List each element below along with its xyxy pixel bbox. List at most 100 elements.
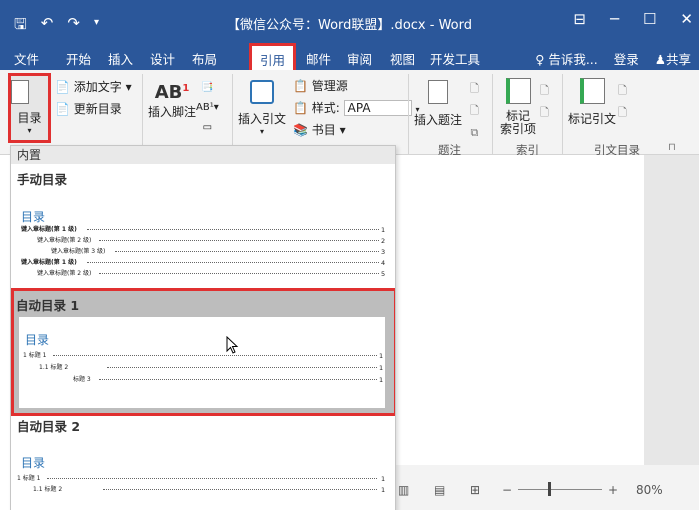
mark-entry-button[interactable]: 标记 索引项: [500, 78, 536, 136]
login-link[interactable]: 登录: [614, 49, 639, 68]
toc-leader: [53, 355, 377, 356]
tab-file[interactable]: 文件: [14, 49, 39, 68]
cross-reference-icon: ⧉: [470, 126, 479, 139]
toc-page: 1: [379, 376, 384, 384]
update-toc-button[interactable]: 📄 更新目录: [55, 100, 122, 117]
ribbon-display-icon[interactable]: ⊟: [573, 10, 586, 28]
print-layout-icon[interactable]: ▤: [434, 483, 445, 497]
tab-design[interactable]: 设计: [150, 49, 175, 68]
web-layout-icon[interactable]: ⊞: [470, 483, 480, 497]
vertical-scrollbar[interactable]: [644, 155, 699, 465]
tab-developer[interactable]: 开发工具: [430, 49, 480, 68]
mouse-cursor-icon: [226, 336, 239, 354]
close-icon[interactable]: ✕: [680, 10, 693, 28]
insert-toa-icon: 🗋: [618, 84, 627, 97]
auto-toc-2-title: 自动目录 2: [17, 419, 81, 434]
minimize-icon[interactable]: ─: [610, 10, 619, 28]
bibliography-button[interactable]: 📚 书目 ▾: [293, 121, 346, 138]
person-icon: ♟: [654, 52, 666, 67]
group-separator-2: [232, 74, 233, 156]
toc-leader: [115, 251, 379, 252]
mark-citation-button[interactable]: 标记引文: [568, 78, 616, 127]
auto-toc-1-title: 自动目录 1: [16, 298, 80, 313]
toa-small-icons[interactable]: 🗋 🗋: [618, 80, 627, 124]
update-index-icon: 🗋: [540, 106, 549, 119]
toc-icon: [11, 80, 29, 104]
zoom-slider-thumb[interactable]: [548, 482, 551, 496]
maximize-icon[interactable]: ☐: [643, 10, 656, 28]
toc-page: 5: [381, 270, 386, 278]
document-page[interactable]: [394, 155, 644, 465]
toc-line: 1.1 标题 2: [33, 486, 63, 493]
style-selector[interactable]: 📋 样式: APA ▾: [293, 99, 420, 116]
toc-page: 1: [381, 226, 386, 234]
insert-index-icon: 🗋: [540, 84, 549, 97]
toc-line: 标题 3: [73, 376, 91, 383]
tab-mailings[interactable]: 邮件: [306, 49, 331, 68]
manage-sources-label: 管理源: [311, 79, 348, 93]
tab-view[interactable]: 视图: [390, 49, 415, 68]
style-dropdown[interactable]: APA: [343, 100, 412, 116]
toc-page: 1: [379, 352, 384, 360]
insert-caption-button[interactable]: 插入题注: [414, 80, 462, 128]
update-table-icon: 🗋: [470, 104, 479, 117]
toc-button[interactable]: 目录 ▾: [8, 73, 51, 143]
toc-leader: [99, 240, 379, 241]
tell-me-box[interactable]: ♀ 告诉我...: [535, 49, 598, 68]
tab-review[interactable]: 审阅: [347, 49, 372, 68]
toc-page: 4: [381, 259, 386, 267]
toc-page: 1: [379, 364, 384, 372]
mark-entry-label-2: 索引项: [500, 122, 537, 136]
tab-home[interactable]: 开始: [66, 49, 91, 68]
toc-line: 键入章标题(第 3 级): [51, 248, 106, 255]
tell-me-text: 告诉我...: [548, 52, 598, 67]
insert-citation-button[interactable]: 插入引文 ▾: [238, 80, 286, 136]
auto-toc-1-option[interactable]: 自动目录 1 目录 1 标题 1 1 1.1 标题 2 1 标题 3 1: [11, 288, 395, 416]
add-text-button[interactable]: 📄 添加文字 ▾: [55, 78, 132, 95]
toc-leader: [103, 489, 377, 490]
insert-caption-label: 插入题注: [414, 113, 463, 127]
auto-toc-2-option[interactable]: 自动目录 2 目录 1 标题 1 1 1.1 标题 2 1: [11, 414, 391, 510]
zoom-out-icon[interactable]: −: [502, 483, 512, 497]
index-small-icons[interactable]: 🗋 🗋: [540, 80, 549, 124]
zoom-in-icon[interactable]: +: [608, 483, 618, 497]
share-button[interactable]: ♟共享: [655, 49, 691, 68]
tab-insert[interactable]: 插入: [108, 49, 133, 68]
collapse-ribbon-icon[interactable]: ⊓: [668, 142, 676, 153]
manual-toc-option[interactable]: 手动目录 目录 键入章标题(第 1 级) 1 键入章标题(第 2 级) 2 键入…: [11, 166, 391, 286]
insert-footnote-label: 插入脚注: [148, 105, 197, 119]
toc-line: 键入章标题(第 1 级): [21, 226, 77, 233]
zoom-level[interactable]: 80%: [636, 483, 663, 497]
auto-toc-1-heading: 目录: [25, 333, 50, 347]
toc-line: 键入章标题(第 2 级): [37, 237, 92, 244]
tab-layout[interactable]: 布局: [192, 49, 217, 68]
caption-small-icons[interactable]: 🗋 🗋 ⧉: [470, 78, 479, 144]
style-value: APA: [347, 101, 371, 115]
mark-citation-label: 标记引文: [568, 112, 617, 126]
read-mode-icon[interactable]: ▥: [398, 483, 409, 497]
update-toc-label: 更新目录: [73, 102, 122, 116]
manage-sources-icon: 📋: [293, 79, 308, 93]
toc-page: 1: [381, 475, 386, 483]
toc-page: 1: [381, 486, 386, 494]
group-separator-3: [408, 74, 409, 156]
builtin-header: 内置: [11, 146, 395, 164]
footnote-ab: AB: [154, 82, 183, 103]
share-label: 共享: [665, 52, 691, 67]
title-bar: 🖫 ↶ ↷ ▾ 【微信公众号：Word联盟】.docx - Word ⊟ ─ ☐…: [0, 0, 699, 44]
footnote-small-icons[interactable]: 📑 AB¹▾ ▭: [196, 78, 219, 138]
footnote-icon: AB1: [148, 82, 196, 103]
zoom-slider[interactable]: [518, 489, 602, 490]
insert-footnote-button[interactable]: AB1 插入脚注: [148, 82, 196, 120]
manual-toc-title: 手动目录: [17, 172, 68, 187]
mark-entry-label: 标记: [506, 109, 531, 123]
style-icon: 📋: [293, 101, 308, 115]
next-footnote-icon: AB¹▾: [196, 102, 219, 113]
toc-leader: [107, 367, 377, 368]
manage-sources-button[interactable]: 📋 管理源: [293, 77, 348, 94]
group-separator: [142, 74, 143, 156]
toc-leader: [99, 273, 379, 274]
table-of-figures-icon: 🗋: [470, 82, 479, 95]
mark-citation-icon: [579, 78, 605, 104]
toc-leader: [99, 379, 377, 380]
